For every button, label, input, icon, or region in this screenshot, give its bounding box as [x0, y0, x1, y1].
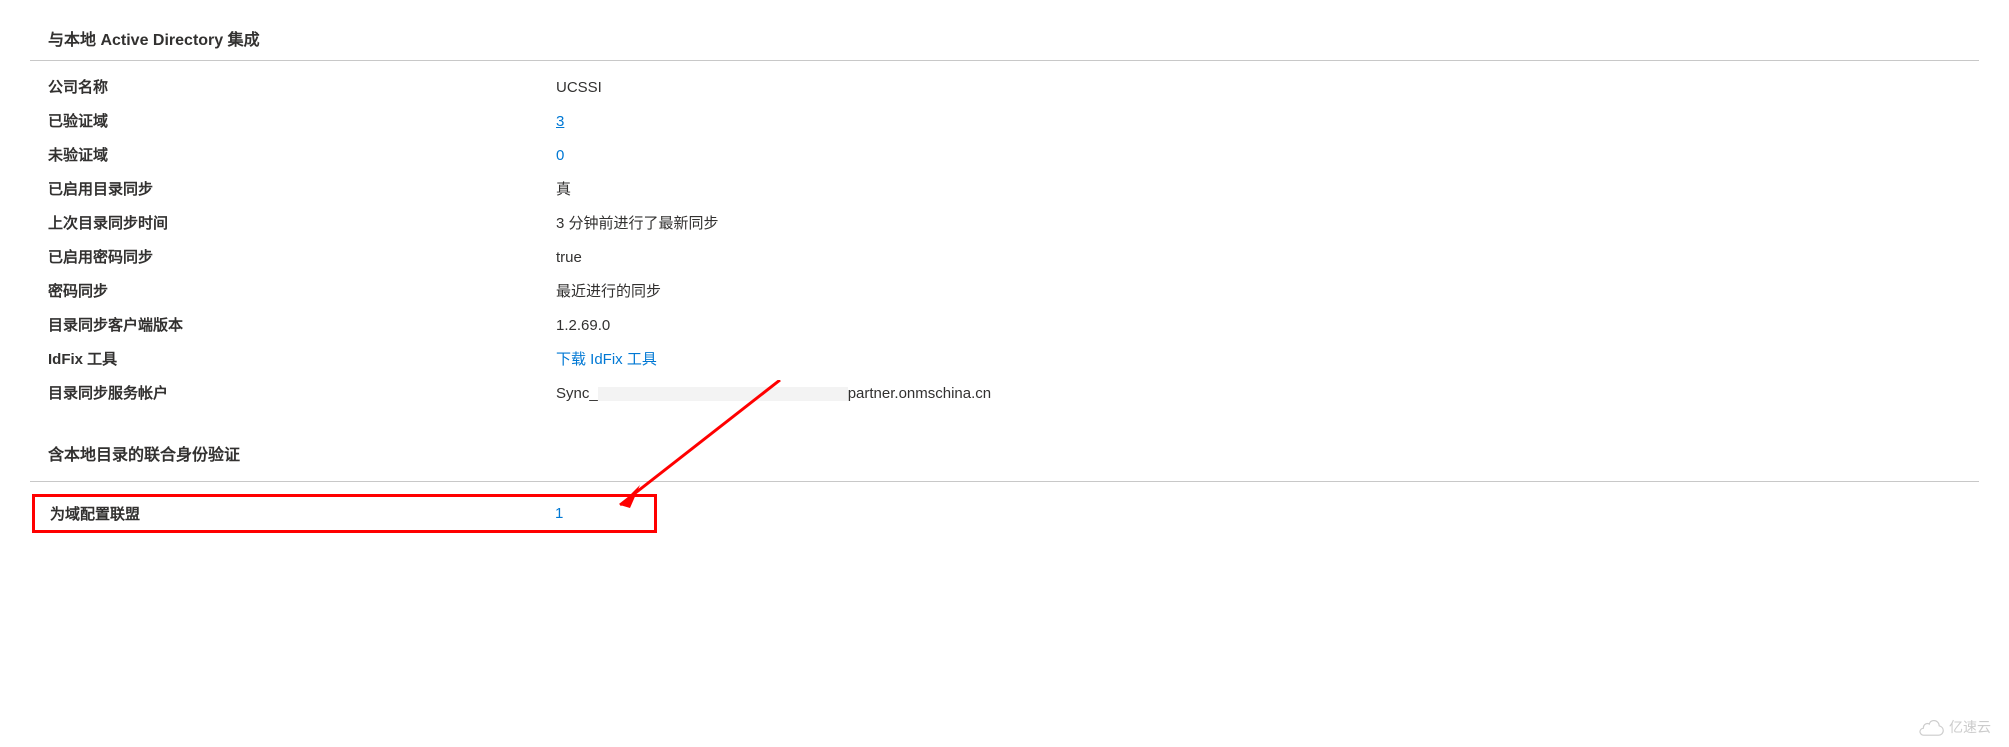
value-last-sync: 3 分钟前进行了最新同步: [556, 212, 719, 236]
kv-list: 公司名称 UCSSI 已验证域 3 未验证域 0 已启用目录同步 真 上次目录同…: [30, 71, 1979, 411]
label-pwsync: 密码同步: [48, 280, 556, 304]
row-unverified-domains: 未验证域 0: [48, 139, 1961, 173]
row-dirsync-enabled: 已启用目录同步 真: [48, 173, 1961, 207]
federation-label: 为域配置联盟: [50, 503, 555, 524]
value-company-name: UCSSI: [556, 76, 602, 100]
federation-row-highlight: 为域配置联盟 1: [32, 494, 657, 533]
federation-section: 为域配置联盟 1: [30, 481, 1979, 533]
label-unverified-domains: 未验证域: [48, 144, 556, 168]
section-title-federation: 含本地目录的联合身份验证: [30, 411, 1979, 471]
label-idfix: IdFix 工具: [48, 348, 556, 372]
watermark: 亿速云: [1917, 717, 1991, 737]
label-dirsync-enabled: 已启用目录同步: [48, 178, 556, 202]
ad-integration-section: 与本地 Active Directory 集成 公司名称 UCSSI 已验证域 …: [30, 20, 1979, 471]
label-sync-account: 目录同步服务帐户: [48, 382, 556, 406]
watermark-text: 亿速云: [1949, 717, 1991, 737]
value-idfix-link[interactable]: 下载 IdFix 工具: [556, 348, 657, 372]
section-title-ad: 与本地 Active Directory 集成: [30, 20, 1979, 61]
row-last-sync: 上次目录同步时间 3 分钟前进行了最新同步: [48, 207, 1961, 241]
cloud-icon: [1917, 718, 1945, 736]
value-pwsync-enabled: true: [556, 246, 582, 270]
value-sync-account: Sync_xxxxxxxxxxxxxxxxpartner.onmschina.c…: [556, 382, 991, 406]
label-company-name: 公司名称: [48, 76, 556, 100]
value-unverified-domains[interactable]: 0: [556, 144, 564, 168]
row-pwsync-enabled: 已启用密码同步 true: [48, 241, 1961, 275]
row-idfix: IdFix 工具 下载 IdFix 工具: [48, 343, 1961, 377]
value-verified-domains[interactable]: 3: [556, 110, 564, 134]
label-last-sync: 上次目录同步时间: [48, 212, 556, 236]
row-sync-account: 目录同步服务帐户 Sync_xxxxxxxxxxxxxxxxpartner.on…: [48, 377, 1961, 411]
row-company-name: 公司名称 UCSSI: [48, 71, 1961, 105]
label-pwsync-enabled: 已启用密码同步: [48, 246, 556, 270]
label-verified-domains: 已验证域: [48, 110, 556, 134]
value-pwsync: 最近进行的同步: [556, 280, 661, 304]
value-client-version: 1.2.69.0: [556, 314, 610, 338]
sync-suffix: partner.onmschina.cn: [848, 385, 991, 402]
federation-value[interactable]: 1: [555, 505, 563, 522]
value-dirsync-enabled: 真: [556, 178, 571, 202]
sync-prefix: Sync_: [556, 385, 598, 402]
row-verified-domains: 已验证域 3: [48, 105, 1961, 139]
row-pwsync: 密码同步 最近进行的同步: [48, 275, 1961, 309]
row-client-version: 目录同步客户端版本 1.2.69.0: [48, 309, 1961, 343]
label-client-version: 目录同步客户端版本: [48, 314, 556, 338]
redacted-block: xxxxxxxxxxxxxxxx: [598, 387, 848, 401]
